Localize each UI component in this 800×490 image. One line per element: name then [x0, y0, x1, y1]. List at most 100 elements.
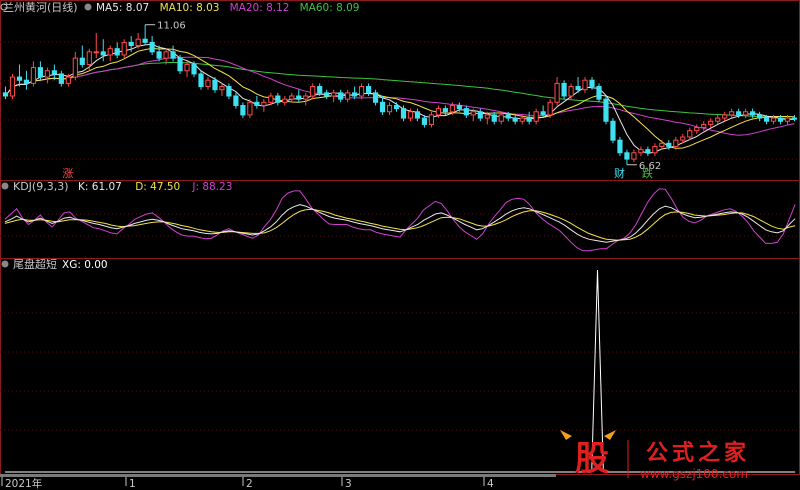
candle-body	[645, 149, 651, 154]
candle	[72, 51, 78, 81]
candle	[701, 121, 707, 131]
candle	[386, 102, 393, 115]
candle	[582, 77, 588, 93]
candle-body	[352, 92, 358, 97]
watermark-text: 公式之家	[646, 440, 750, 466]
candle-body	[540, 111, 546, 116]
candle-body	[331, 92, 337, 97]
candle	[645, 146, 651, 156]
candle	[177, 55, 183, 74]
candle-body	[23, 79, 30, 84]
candle-body	[156, 51, 162, 59]
candle	[121, 39, 127, 59]
candle	[233, 92, 239, 109]
candle-body	[275, 95, 281, 103]
candle	[289, 92, 295, 103]
candle-body	[505, 114, 511, 119]
candle-body	[666, 142, 672, 147]
candle	[554, 77, 560, 106]
candle-body	[763, 117, 770, 122]
scrollbar-track[interactable]	[0, 474, 556, 477]
candle-body	[9, 76, 16, 97]
candlestick-series	[2, 24, 798, 165]
candle	[603, 96, 609, 125]
signal-marker: 跌	[642, 166, 653, 180]
candle-body	[142, 38, 148, 43]
candle	[428, 111, 435, 128]
candle	[296, 89, 302, 103]
time-tick-label: 2021年	[5, 477, 42, 490]
main-settings-icon[interactable]	[84, 3, 92, 11]
candle	[205, 77, 211, 90]
candle	[198, 70, 204, 90]
kdj-lines	[4, 188, 796, 252]
candle	[310, 83, 316, 100]
candle	[2, 86, 9, 100]
signal-marker: 涨	[62, 167, 73, 180]
candle	[100, 39, 106, 62]
candle	[708, 118, 714, 128]
candle-body	[484, 114, 490, 119]
candle-body	[791, 117, 798, 120]
candle-body	[603, 98, 609, 122]
candle-body	[428, 114, 435, 125]
candle-body	[359, 86, 365, 97]
candle-body	[680, 136, 686, 141]
candle	[240, 102, 246, 119]
candle	[261, 99, 267, 112]
candle	[526, 111, 532, 125]
candle-body	[582, 79, 588, 91]
candle-body	[575, 86, 581, 91]
candle-body	[30, 67, 37, 84]
candle-body	[694, 127, 700, 132]
candle	[757, 111, 763, 122]
candle-body	[177, 57, 183, 72]
candle-body	[261, 101, 267, 106]
candle-body	[16, 76, 23, 81]
candle-body	[750, 111, 756, 116]
candle	[9, 73, 16, 100]
candle	[16, 64, 23, 87]
candle-body	[310, 86, 316, 97]
panel-frame	[0, 0, 800, 181]
candle-body	[519, 117, 525, 122]
kdj-j-line	[4, 188, 796, 252]
candle	[58, 70, 64, 87]
candle-body	[498, 114, 504, 122]
candle-body	[610, 120, 616, 141]
candle-body	[100, 51, 106, 56]
high-price-label: 11.06	[157, 21, 186, 32]
candle	[79, 45, 85, 68]
candle-body	[212, 79, 218, 91]
candle	[345, 89, 351, 103]
candle	[722, 111, 728, 122]
candle-body	[317, 86, 323, 94]
candle-body	[589, 79, 595, 88]
candle-body	[729, 111, 735, 116]
candle	[114, 42, 120, 59]
kdj-panel-title: KDJ(9,3,3)	[13, 180, 69, 193]
candle-body	[708, 120, 714, 125]
candle-body	[379, 101, 386, 113]
candle	[743, 108, 749, 119]
candle-body	[547, 101, 553, 116]
candle-body	[247, 101, 253, 116]
candle-body	[715, 117, 721, 122]
candle-body	[442, 108, 448, 113]
candle	[170, 45, 176, 62]
candle-body	[240, 104, 246, 116]
candle-body	[226, 86, 232, 97]
candle-body	[568, 86, 574, 97]
indicator-panel-legend: XG: 0.00	[62, 259, 108, 271]
candle	[512, 114, 518, 125]
watermark-url: www.gszj100.com	[640, 467, 748, 481]
candle-body	[149, 41, 155, 53]
candle-body	[421, 117, 428, 125]
indicator-settings-icon[interactable]	[1, 260, 9, 268]
candle	[282, 96, 288, 106]
time-tick-label: 3	[345, 478, 352, 490]
kdj-settings-icon[interactable]	[1, 182, 9, 190]
candle-body	[631, 152, 637, 160]
candle-body	[777, 117, 784, 122]
candle-body	[722, 114, 728, 119]
